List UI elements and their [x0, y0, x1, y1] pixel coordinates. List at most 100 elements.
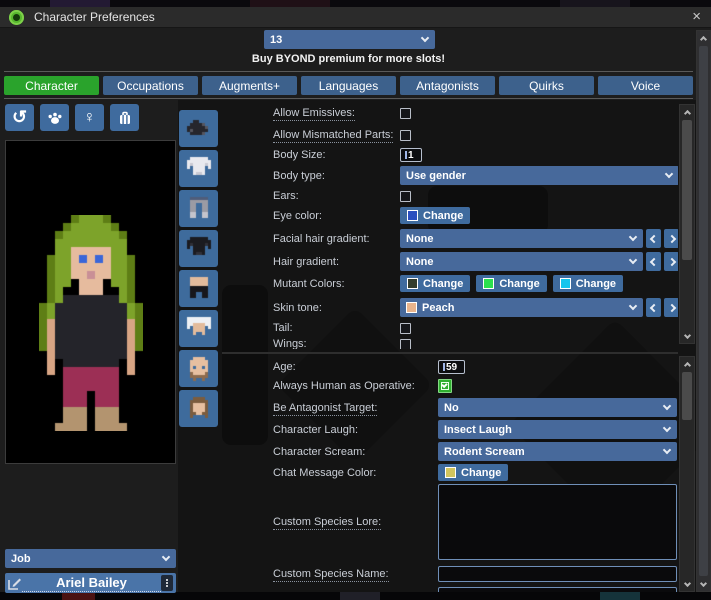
scroll-up-arrow[interactable]	[680, 357, 694, 370]
character-name-button[interactable]: Ariel Bailey	[5, 573, 176, 593]
window-scrollbar[interactable]	[696, 30, 711, 592]
gender-button[interactable]: ♀	[75, 104, 104, 131]
scroll-down-arrow[interactable]	[680, 330, 694, 343]
facial-hair-gradient-select[interactable]: None	[400, 229, 643, 248]
ears-checkbox[interactable]	[400, 191, 411, 202]
chevron-up-icon	[700, 36, 707, 43]
body-size-input[interactable]: 1	[400, 148, 422, 162]
custom-species-extra-input[interactable]	[438, 587, 677, 592]
section1-scrollbar[interactable]	[679, 104, 695, 344]
mutant-color-2-change-button[interactable]: Change	[476, 275, 546, 292]
undo-rotate-icon: ↺	[12, 107, 27, 128]
change-label: Change	[499, 278, 539, 290]
divider	[4, 98, 693, 99]
chat-message-color-change-button[interactable]: Change	[438, 464, 508, 481]
white-shirt-icon	[184, 154, 214, 184]
hair-gradient-prev-button[interactable]	[646, 252, 661, 271]
change-label: Change	[461, 467, 501, 479]
close-icon[interactable]: ×	[692, 8, 701, 25]
chevron-right-icon	[667, 257, 675, 265]
allow-emissives-checkbox[interactable]	[400, 108, 411, 119]
always-human-checkbox[interactable]	[438, 379, 452, 393]
facial-hair-gradient-next-button[interactable]	[664, 229, 678, 248]
row-hair-gradient: Hair gradient: None	[273, 252, 678, 271]
background-blob	[340, 592, 380, 600]
pets-button[interactable]	[40, 104, 69, 131]
scrollbar-thumb[interactable]	[682, 120, 692, 260]
be-antagonist-target-select[interactable]: No	[438, 398, 677, 417]
always-human-label: Always Human as Operative:	[273, 380, 438, 392]
thumbnail-underwear[interactable]	[179, 270, 218, 307]
thumbnail-black-shirt[interactable]	[179, 230, 218, 267]
skin-tone-next-button[interactable]	[664, 298, 678, 317]
custom-species-lore-label: Custom Species Lore:	[273, 516, 438, 528]
row-skin-tone: Skin tone: Peach	[273, 298, 678, 317]
thumbnail-gown[interactable]	[179, 310, 218, 347]
mutant-color-3-swatch	[560, 278, 571, 289]
tab-languages[interactable]: Languages	[301, 76, 396, 95]
tab-voice[interactable]: Voice	[598, 76, 693, 95]
character-slot-select[interactable]: 13	[264, 30, 435, 49]
background-blob	[50, 0, 110, 7]
chevron-down-icon	[629, 233, 637, 241]
bald-head-beard-icon	[184, 354, 214, 384]
thumbnail-hair[interactable]	[179, 390, 218, 427]
chevron-left-icon	[649, 257, 657, 265]
wings-label: Wings:	[273, 338, 400, 349]
custom-species-name-input[interactable]	[438, 566, 677, 582]
gray-pants-icon	[184, 194, 214, 224]
row-tail: Tail:	[273, 322, 678, 334]
scroll-down-arrow[interactable]	[680, 578, 694, 591]
thumbnail-shoes[interactable]	[179, 110, 218, 147]
allow-mismatched-parts-checkbox[interactable]	[400, 130, 411, 141]
thumbnail-pants[interactable]	[179, 190, 218, 227]
custom-species-lore-textarea[interactable]	[438, 484, 677, 560]
eye-color-change-button[interactable]: Change	[400, 207, 470, 224]
mutant-color-1-change-button[interactable]: Change	[400, 275, 470, 292]
character-scream-select[interactable]: Rodent Scream	[438, 442, 677, 461]
tab-occupations[interactable]: Occupations	[103, 76, 198, 95]
body-type-select[interactable]: Use gender	[400, 166, 678, 185]
scroll-up-arrow[interactable]	[697, 31, 710, 44]
thumbnail-facial-hair[interactable]	[179, 350, 218, 387]
scroll-down-arrow[interactable]	[697, 578, 710, 591]
character-preferences-window: Character Preferences × 13 Buy BYOND pre…	[0, 0, 711, 600]
chevron-down-icon	[629, 256, 637, 264]
rotate-button[interactable]: ↺	[5, 104, 34, 131]
character-laugh-select[interactable]: Insect Laugh	[438, 420, 677, 439]
tab-augments[interactable]: Augments+	[202, 76, 297, 95]
wings-checkbox[interactable]	[400, 339, 411, 350]
tail-checkbox[interactable]	[400, 323, 411, 334]
game-background-bottom	[0, 592, 711, 600]
tab-antagonists[interactable]: Antagonists	[400, 76, 495, 95]
hair-gradient-next-button[interactable]	[664, 252, 678, 271]
ears-label: Ears:	[273, 190, 400, 202]
section2-scrollbar[interactable]	[679, 356, 695, 592]
row-body-size: Body Size: 1	[273, 148, 678, 162]
skin-tone-select[interactable]: Peach	[400, 298, 643, 317]
mutant-color-1-swatch	[407, 278, 418, 289]
character-name: Ariel Bailey	[22, 575, 161, 592]
scroll-up-arrow[interactable]	[680, 105, 694, 118]
tab-character[interactable]: Character	[4, 76, 99, 95]
name-options-button[interactable]	[161, 575, 173, 591]
chat-color-swatch	[445, 467, 456, 478]
scrollbar-thumb[interactable]	[682, 372, 692, 420]
row-custom-species-extra	[273, 587, 678, 592]
background-blob	[62, 592, 95, 600]
eye-color-label: Eye color:	[273, 210, 400, 222]
chevron-up-icon	[683, 110, 690, 117]
chevron-down-icon	[629, 302, 637, 310]
title-bar: Character Preferences ×	[0, 7, 711, 28]
mutant-color-3-change-button[interactable]: Change	[553, 275, 623, 292]
thumbnail-white-shirt[interactable]	[179, 150, 218, 187]
skin-tone-prev-button[interactable]	[646, 298, 661, 317]
hair-gradient-select[interactable]: None	[400, 252, 643, 271]
job-select[interactable]: Job	[5, 549, 176, 568]
facial-hair-gradient-prev-button[interactable]	[646, 229, 661, 248]
tab-quirks[interactable]: Quirks	[499, 76, 594, 95]
scrollbar-thumb[interactable]	[699, 46, 708, 576]
equipment-button[interactable]	[110, 104, 139, 131]
age-input[interactable]: 59	[438, 360, 465, 374]
chevron-down-icon	[162, 553, 170, 561]
